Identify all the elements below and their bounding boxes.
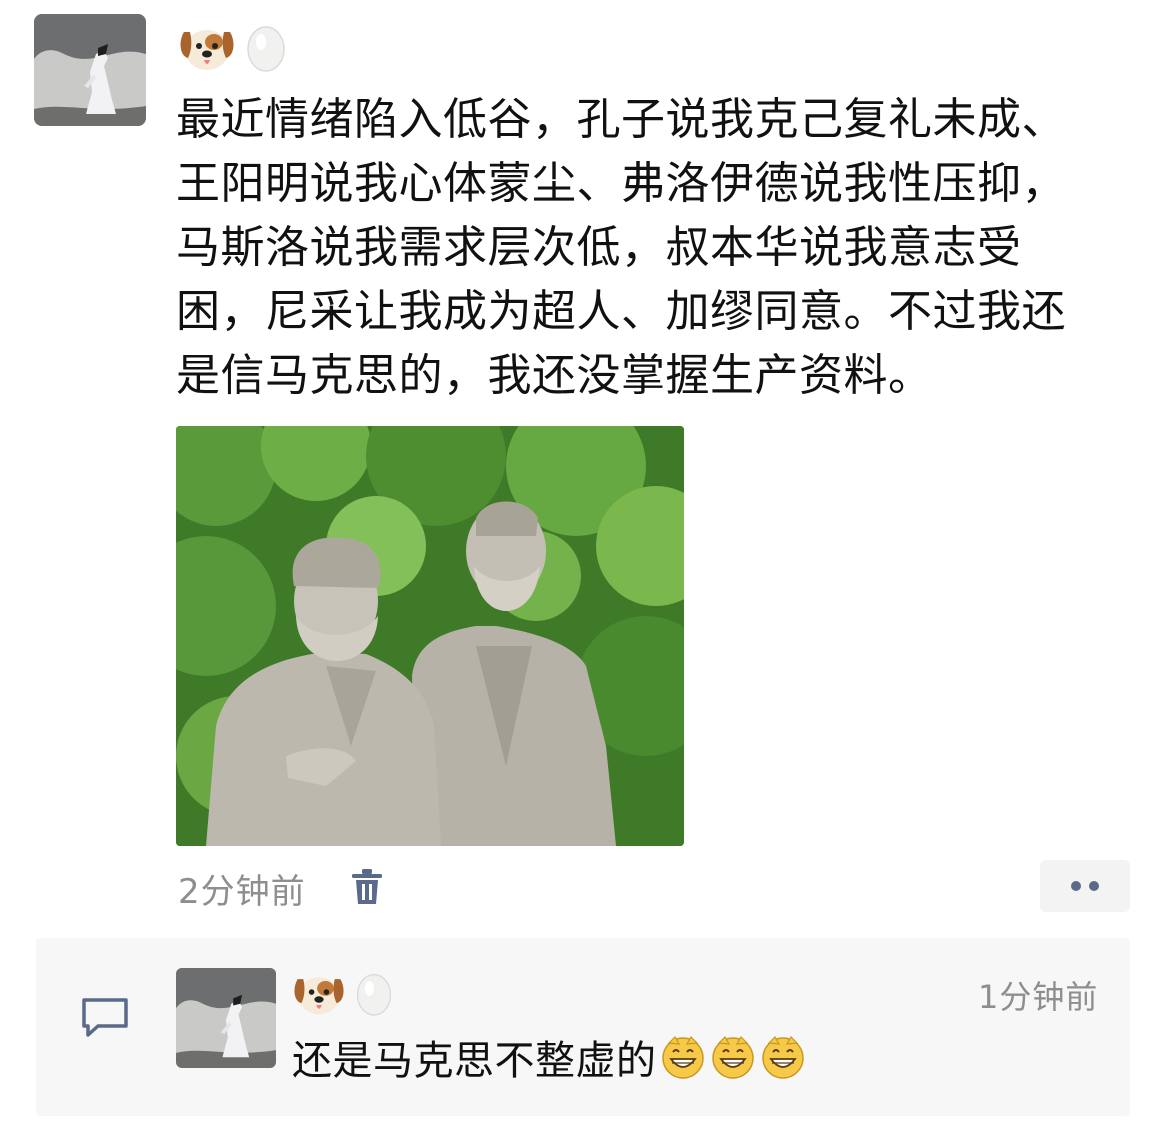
post-text: 最近情绪陷入低谷，孔子说我克己复礼未成、 王阳明说我心体蒙尘、弗洛伊德说我性压抑… — [176, 94, 1066, 401]
more-dots-icon[interactable] — [1040, 860, 1130, 912]
ink-painting-figure-avatar-icon — [34, 14, 146, 126]
comment-text: 还是马克思不整虚的 — [292, 1038, 657, 1084]
post-time: 2分钟前 — [178, 872, 306, 912]
egg-icon — [247, 26, 285, 72]
statue-photo-illustration — [176, 426, 684, 846]
comment-avatar[interactable] — [176, 968, 276, 1068]
grinning-face-icon — [711, 1036, 754, 1079]
dot — [1089, 881, 1099, 891]
comment-bubble-icon — [82, 998, 128, 1037]
egg-icon — [356, 973, 392, 1016]
ink-painting-figure-avatar-icon — [176, 968, 276, 1068]
comment-time: 1分钟前 — [978, 978, 1099, 1016]
comment-body: 还是马克思不整虚的 — [292, 1028, 807, 1086]
post-avatar[interactable] — [34, 14, 146, 126]
dot — [1071, 881, 1081, 891]
trash-icon[interactable] — [350, 868, 384, 906]
comment-name[interactable] — [292, 968, 396, 1018]
grinning-face-icon — [661, 1036, 704, 1079]
dog-face-icon — [294, 977, 344, 1015]
dog-face-icon — [180, 30, 234, 70]
marx-engels-statue-photo[interactable] — [176, 426, 684, 846]
grinning-face-icon — [761, 1036, 804, 1079]
post-name[interactable] — [178, 20, 290, 74]
